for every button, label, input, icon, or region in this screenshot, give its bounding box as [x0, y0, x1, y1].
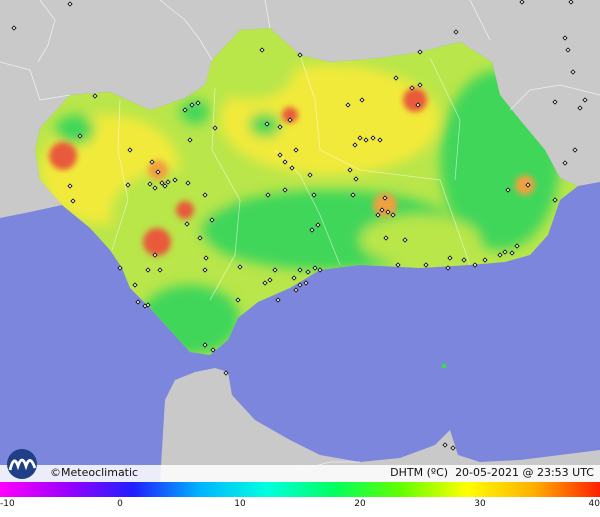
temperature-map — [0, 0, 600, 482]
brand-name[interactable]: ©Meteoclimatic — [50, 466, 138, 479]
map-info: DHTM (ºC) 20-05-2021 @ 23:53 UTC — [390, 466, 594, 479]
scale-label: 40 — [588, 499, 600, 509]
datetime-label: 20-05-2021 @ 23:53 UTC — [455, 466, 594, 479]
meteoclimatic-logo — [7, 449, 37, 479]
scale-label: 20 — [354, 499, 366, 509]
alboran-island — [441, 363, 447, 369]
map-viewport[interactable]: ©Meteoclimatic DHTM (ºC) 20-05-2021 @ 23… — [0, 0, 600, 517]
scale-label: 30 — [474, 499, 486, 509]
scale-label: 0 — [117, 499, 123, 509]
color-scale — [0, 482, 600, 497]
scale-labels: -10 0 10 20 30 40 — [0, 497, 600, 517]
variable-label: DHTM (ºC) — [390, 466, 449, 479]
scale-label: 10 — [234, 499, 246, 509]
scale-label: -10 — [0, 499, 15, 509]
